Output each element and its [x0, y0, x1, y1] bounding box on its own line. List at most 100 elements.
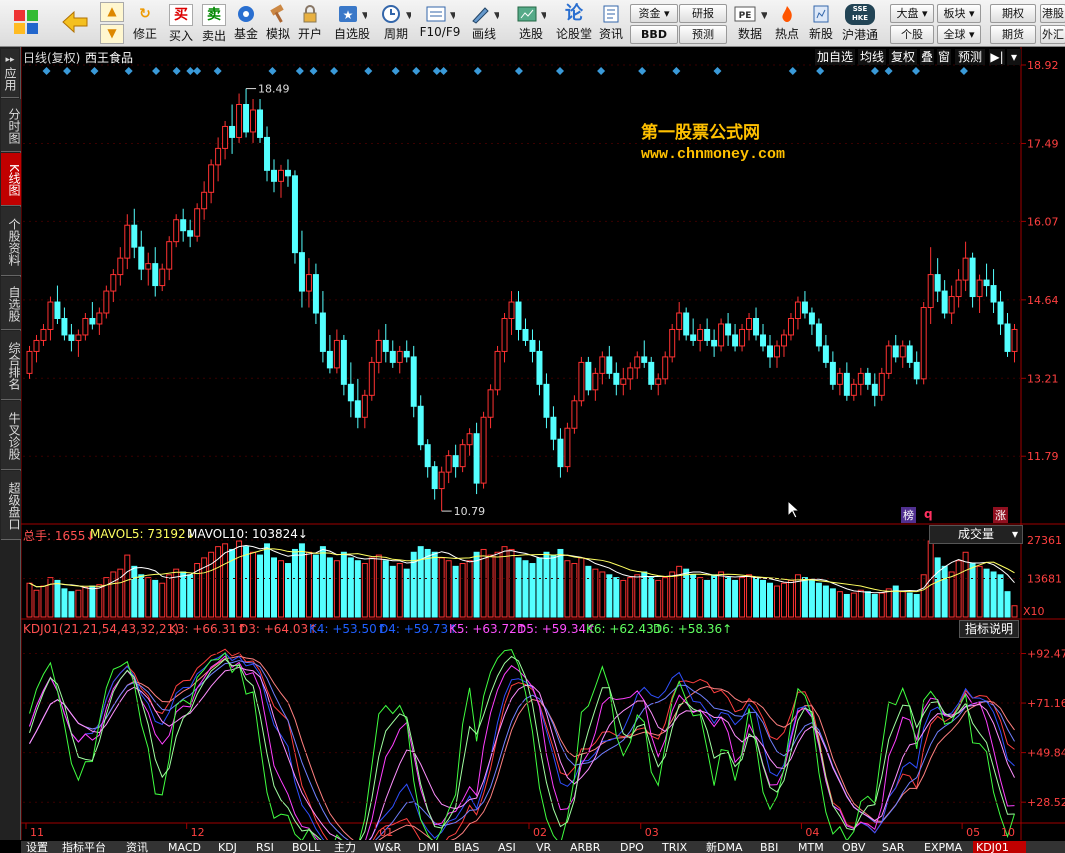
tab-arbr[interactable]: ARBR	[567, 841, 618, 853]
candle-body	[676, 312, 683, 330]
toolbar-item-sim[interactable]: 模拟	[263, 2, 293, 44]
tab-boll[interactable]: BOLL	[289, 841, 332, 853]
tab-sar[interactable]: SAR	[879, 841, 922, 853]
back-button[interactable]	[56, 2, 94, 44]
volume-bar	[438, 557, 445, 618]
toolbar-item-news[interactable]: 资讯	[596, 2, 626, 44]
tab-dpo[interactable]: DPO	[617, 841, 660, 853]
indicator-selector[interactable]: 成交量 ▾	[929, 525, 1023, 544]
toolbar-item-period[interactable]: ▼ 周期	[376, 2, 416, 44]
stock-button[interactable]: 个股	[890, 25, 934, 44]
toolbar-item-buy[interactable]: 买 买入	[166, 2, 196, 44]
volume-bar	[152, 579, 159, 618]
tab-mtm[interactable]: MTM	[795, 841, 840, 853]
tab-asi[interactable]: ASI	[495, 841, 534, 853]
sidebar-item-ranking[interactable]: 综合排名	[1, 331, 21, 400]
tab-vr[interactable]: VR	[533, 841, 568, 853]
tab-wr[interactable]: W&R	[371, 841, 416, 853]
ma-button[interactable]: 均线	[858, 49, 886, 65]
forecast-button[interactable]: 预测	[679, 25, 727, 44]
sidebar-item-kline[interactable]: K线图	[1, 153, 21, 206]
toolbar-item-forum[interactable]: 论 论股堂	[556, 2, 592, 44]
limit-up-marker[interactable]: 涨	[993, 507, 1008, 523]
options-button[interactable]: 期权	[990, 4, 1036, 23]
tab-kdj01[interactable]: KDJ01	[973, 841, 1026, 853]
sidebar-item-apps[interactable]: ▸▸ 应用	[1, 49, 19, 98]
chart-canvas[interactable]: 18.92 17.49 16.07 14.64 13.21 11.79 18.49 10.79…	[21, 47, 1065, 840]
up-arrow-icon[interactable]: ▲	[100, 2, 124, 22]
rank-marker[interactable]: 榜	[901, 507, 916, 523]
tab-kdj[interactable]: KDJ	[215, 841, 254, 853]
x-axis-label: 11	[30, 826, 44, 839]
adjust-button[interactable]: 复权	[889, 49, 917, 65]
toolbar-label: 周期	[383, 27, 408, 41]
candle-body	[75, 334, 82, 341]
candle-body	[585, 361, 592, 391]
volume-bar	[466, 560, 473, 618]
panel-toggle-icon[interactable]: ▶|	[989, 49, 1005, 65]
volume-bar	[250, 551, 257, 618]
toolbar-item-account[interactable]: 开户	[295, 2, 325, 44]
tab-[interactable]: 指标平台	[59, 841, 124, 853]
research-button[interactable]: 研报	[679, 4, 727, 23]
candle-body	[389, 350, 396, 363]
dropdown-icon[interactable]: ▾	[1007, 49, 1021, 65]
predict-button[interactable]: 预测	[955, 49, 985, 65]
tab-obv[interactable]: OBV	[839, 841, 880, 853]
tab-rsi[interactable]: RSI	[253, 841, 290, 853]
forex-button[interactable]: 外汇	[1040, 25, 1065, 44]
volume-bar	[375, 554, 382, 618]
sidebar-item-profile[interactable]: 个股资料	[1, 207, 21, 276]
up-down-buttons[interactable]: ▲ ▼	[100, 2, 124, 44]
down-arrow-icon[interactable]: ▼	[100, 24, 124, 44]
bbd-button[interactable]: BBD	[630, 25, 678, 44]
indicator-help-button[interactable]: 指标说明	[959, 620, 1019, 638]
button-label: 指标说明	[964, 622, 1013, 636]
tab-trix[interactable]: TRIX	[659, 841, 704, 853]
toolbar-item-draw[interactable]: ▼ 画线	[466, 2, 502, 44]
funds-button[interactable]: 资金 ▾	[630, 4, 678, 23]
add-watchlist-button[interactable]: 加自选	[815, 49, 855, 65]
futures-button[interactable]: 期货	[990, 25, 1036, 44]
sidebar-item-intraday[interactable]: 分时图	[1, 99, 21, 152]
candle-body	[201, 191, 208, 210]
market-button[interactable]: 大盘 ▾	[890, 4, 934, 23]
candle-body	[927, 274, 934, 309]
toolbar-item-select[interactable]: ▼ 选股	[510, 2, 552, 44]
tab-dma[interactable]: 新DMA	[703, 841, 758, 853]
button-label: 复权	[890, 50, 915, 64]
volume-bar	[145, 577, 152, 618]
toolbar-item-fund[interactable]: 基金	[231, 2, 261, 44]
sidebar-item-watchlist[interactable]: 自选股	[1, 277, 21, 330]
toolbar-item-sell[interactable]: 卖 卖出	[199, 2, 229, 44]
window-button[interactable]: 窗	[937, 49, 951, 65]
global-button[interactable]: 全球 ▾	[937, 25, 981, 44]
volume-bar	[40, 585, 47, 618]
sidebar-item-diagnosis[interactable]: 牛叉诊股	[1, 401, 21, 470]
tab-dmi[interactable]: DMI	[415, 841, 452, 853]
toolbar-item-data[interactable]: PE ▼ 数据	[730, 2, 770, 44]
sidebar-item-level2[interactable]: 超级盘口	[1, 471, 21, 540]
tab-[interactable]: 资讯	[123, 841, 166, 853]
tab-macd[interactable]: MACD	[165, 841, 216, 853]
toolbar-item-hot[interactable]: 热点	[772, 2, 802, 44]
toolbar-item-watchlist[interactable]: ★ ▼ 自选股	[331, 2, 373, 44]
toolbar-item-f10[interactable]: ▼ F10/F9	[418, 2, 462, 44]
tab-bias[interactable]: BIAS	[451, 841, 496, 853]
candle-body	[899, 345, 906, 358]
overlay-button[interactable]: 叠	[920, 49, 934, 65]
hkstock-button[interactable]: 港股	[1040, 4, 1065, 23]
tab-[interactable]: 主力	[331, 841, 372, 853]
volume-bar	[578, 557, 585, 618]
toolbar-item-hkconnect[interactable]: SSE HKE 沪港通	[840, 2, 880, 44]
tab-[interactable]: 设置	[23, 841, 60, 853]
tab-expma[interactable]: EXPMA	[921, 841, 974, 853]
toolbar-item-newstock[interactable]: 新股	[806, 2, 836, 44]
tab-bbi[interactable]: BBI	[757, 841, 796, 853]
candle-body	[683, 312, 690, 336]
sector-button[interactable]: 板块 ▾	[937, 4, 981, 23]
toolbar-item[interactable]	[6, 2, 46, 44]
kline-chart-area[interactable]: 18.92 17.49 16.07 14.64 13.21 11.79 18.49 10.79…	[21, 47, 1065, 840]
toolbar-item-fix[interactable]: ↻ 修正	[130, 2, 160, 44]
q-marker[interactable]: q	[924, 507, 933, 521]
